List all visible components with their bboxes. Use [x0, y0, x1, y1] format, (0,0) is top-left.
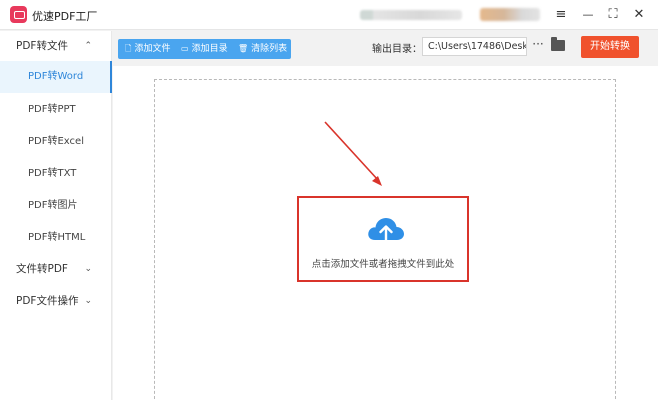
sidebar-group-label: PDF文件操作	[16, 295, 79, 307]
annotation-highlight-box	[297, 196, 469, 282]
sidebar-group-label: PDF转文件	[16, 40, 68, 52]
chevron-down-icon: ⌄	[84, 264, 92, 274]
folder-outline-icon: ▭	[181, 44, 189, 53]
file-icon: 🗋	[125, 44, 132, 53]
add-folder-label: 添加目录	[191, 44, 228, 54]
sidebar-group-pdf-to-file[interactable]: PDF转文件 ⌃	[0, 31, 112, 61]
sidebar-item-label: PDF转图片	[28, 200, 78, 211]
app-title: 优速PDF工厂	[32, 10, 98, 23]
clear-list-label: 清除列表	[251, 44, 288, 54]
menu-icon[interactable]: ≡	[551, 5, 571, 25]
chevron-down-icon: ⌄	[84, 296, 92, 306]
sidebar-item-pdf-to-image[interactable]: PDF转图片	[0, 190, 112, 222]
sidebar-item-label: PDF转Word	[28, 71, 84, 82]
sidebar-item-label: PDF转PPT	[28, 104, 76, 115]
sidebar-item-label: PDF转TXT	[28, 168, 77, 179]
sidebar-group-file-to-pdf[interactable]: 文件转PDF ⌄	[0, 254, 112, 284]
add-folder-button[interactable]: ▭ 添加目录	[181, 39, 228, 59]
sidebar-group-pdf-operations[interactable]: PDF文件操作 ⌄	[0, 286, 112, 316]
folder-icon[interactable]	[551, 37, 565, 51]
blurred-user-avatar	[480, 8, 540, 21]
close-icon[interactable]: ✕	[629, 5, 649, 25]
clear-list-button[interactable]: 🗑 清除列表	[238, 39, 287, 59]
sidebar-item-pdf-to-ppt[interactable]: PDF转PPT	[0, 94, 112, 126]
sidebar-item-pdf-to-html[interactable]: PDF转HTML	[0, 222, 112, 254]
sidebar: PDF转文件 ⌃ PDF转Word PDF转PPT PDF转Excel PDF转…	[0, 31, 112, 400]
sidebar-item-pdf-to-txt[interactable]: PDF转TXT	[0, 158, 112, 190]
title-bar: 优速PDF工厂 ≡ — ⛶ ✕	[0, 0, 658, 30]
blurred-account-info	[360, 10, 462, 20]
more-options-button[interactable]: ···	[531, 38, 545, 53]
sidebar-item-label: PDF转Excel	[28, 136, 84, 147]
trash-icon: 🗑	[238, 44, 249, 53]
sidebar-group-label: 文件转PDF	[16, 263, 68, 275]
sidebar-item-pdf-to-excel[interactable]: PDF转Excel	[0, 126, 112, 158]
chevron-up-icon: ⌃	[84, 41, 92, 51]
maximize-icon[interactable]: ⛶	[603, 5, 623, 25]
output-directory-field[interactable]: C:\Users\17486\Deskto	[422, 37, 527, 56]
app-logo-icon	[10, 6, 27, 23]
output-directory-label: 输出目录：	[372, 44, 422, 55]
minimize-icon[interactable]: —	[578, 5, 598, 25]
sidebar-item-pdf-to-word[interactable]: PDF转Word	[0, 61, 112, 93]
add-file-button[interactable]: 🗋 添加文件	[125, 39, 170, 59]
add-file-label: 添加文件	[134, 44, 171, 54]
start-convert-button[interactable]: 开始转换	[581, 36, 639, 58]
file-toolbar: 🗋 添加文件 ▭ 添加目录 🗑 清除列表	[118, 39, 291, 59]
sidebar-item-label: PDF转HTML	[28, 232, 86, 243]
